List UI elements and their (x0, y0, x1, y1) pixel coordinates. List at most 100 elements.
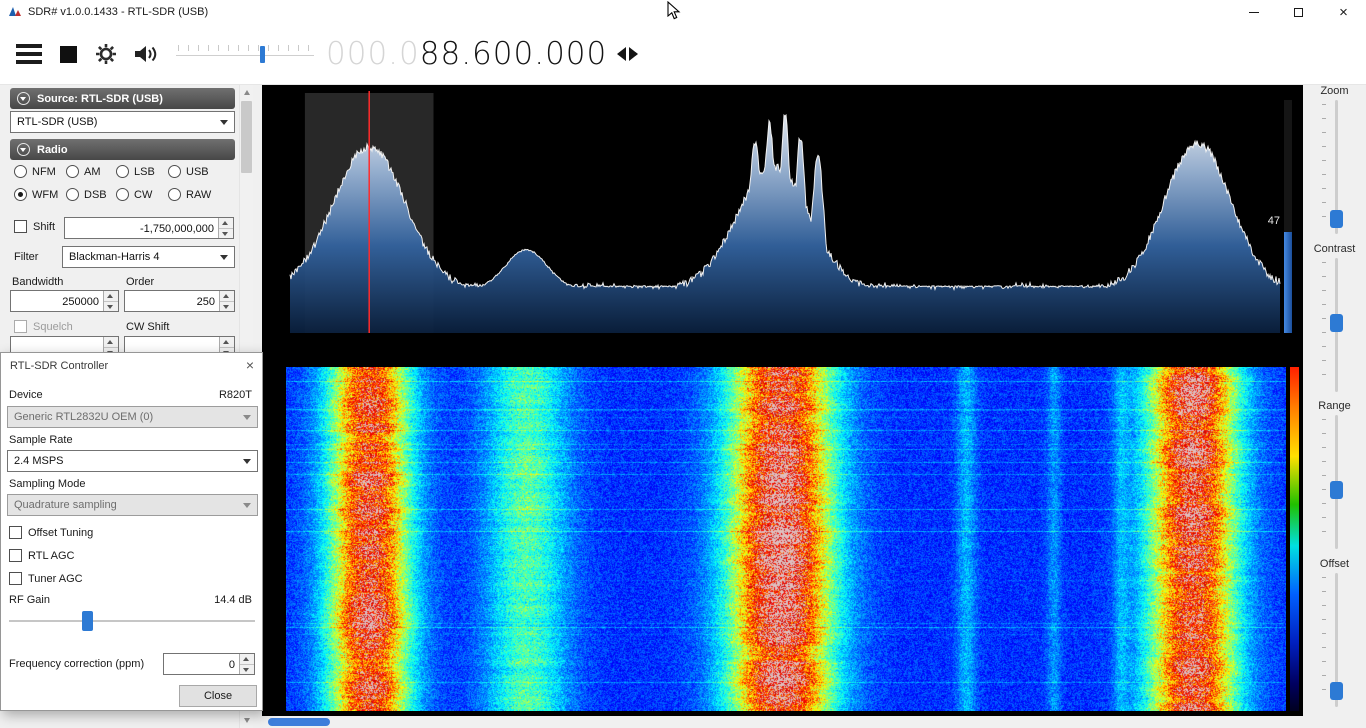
vslider-ticks (1322, 419, 1326, 545)
frequency-digits[interactable]: 88.600.000 (420, 39, 608, 70)
chevron-down-icon (243, 415, 251, 420)
mode-label: NFM (32, 166, 56, 178)
settings-button[interactable] (94, 42, 118, 66)
spin-up-button[interactable] (219, 218, 233, 229)
spectrum-plot: 0-5-10-15-20-25-30-35-40-45-50-55-60-65-… (262, 85, 1303, 362)
mode-usb[interactable]: USB (168, 165, 226, 178)
shift-checkbox[interactable] (14, 220, 27, 233)
cw-shift-label: CW Shift (126, 321, 169, 333)
triangle-down-icon (244, 718, 250, 723)
source-panel-header[interactable]: Source: RTL-SDR (USB) (10, 88, 235, 109)
hscrollbar-thumb[interactable] (268, 718, 330, 726)
mode-lsb[interactable]: LSB (116, 165, 168, 178)
spin-down-button[interactable] (219, 229, 233, 239)
dialog-titlebar[interactable]: RTL-SDR Controller × (1, 353, 262, 379)
vslider-label: Zoom (1303, 85, 1366, 97)
step-up-button[interactable] (629, 47, 638, 61)
svg-text:90.000M: 90.000M (1090, 335, 1160, 354)
spin-up-button[interactable] (104, 291, 118, 302)
sampling-mode-label: Sampling Mode (9, 478, 85, 490)
volume-slider-thumb[interactable] (260, 46, 265, 63)
filter-select[interactable]: Blackman-Harris 4 (62, 246, 235, 268)
radio-button (14, 188, 27, 201)
spectrum-display[interactable]: 0-5-10-15-20-25-30-35-40-45-50-55-60-65-… (262, 85, 1303, 362)
vslider-track[interactable] (1319, 258, 1351, 392)
scroll-up-button[interactable] (240, 85, 253, 100)
rf-gain-slider[interactable] (7, 608, 257, 634)
frequency-display: 000.088.600.000 (326, 39, 607, 70)
chevron-down-icon (243, 459, 251, 464)
vslider-thumb[interactable] (1330, 481, 1343, 499)
mode-am[interactable]: AM (66, 165, 116, 178)
right-slider-panel: ZoomContrastRangeOffset (1303, 85, 1366, 728)
vslider-track[interactable] (1319, 415, 1351, 549)
offset-tuning-checkbox[interactable] (9, 526, 22, 539)
volume-slider[interactable] (176, 42, 314, 66)
mode-label: LSB (134, 166, 155, 178)
titlebar[interactable]: SDR# v1.0.0.1433 - RTL-SDR (USB) × (0, 0, 1366, 24)
sample-rate-select[interactable]: 2.4 MSPS (7, 450, 258, 472)
audio-button[interactable] (133, 43, 159, 65)
spin-up-button[interactable] (104, 337, 118, 348)
menu-button[interactable] (16, 44, 42, 64)
mode-wfm[interactable]: WFM (14, 188, 66, 201)
mode-dsb[interactable]: DSB (66, 188, 116, 201)
spin-down-button[interactable] (240, 665, 254, 675)
step-down-button[interactable] (617, 47, 626, 61)
frequency-ghost-digits[interactable]: 000.0 (326, 39, 420, 70)
svg-text:89.250M: 89.250M (704, 335, 774, 354)
source-device-select[interactable]: RTL-SDR (USB) (10, 111, 235, 133)
device-name: Generic RTL2832U OEM (0) (14, 411, 153, 423)
toolbar: 000.088.600.000 (0, 24, 1366, 85)
vslider-track[interactable] (1319, 573, 1351, 707)
squelch-checkbox[interactable] (14, 320, 27, 333)
spin-up-button[interactable] (240, 654, 254, 665)
spectrum-vscrollbar-thumb[interactable] (1284, 232, 1292, 333)
dialog-close-button[interactable]: × (246, 358, 254, 372)
spin-up-button[interactable] (220, 291, 234, 302)
device-label: Device (9, 389, 43, 401)
source-panel-title: Source: RTL-SDR (USB) (37, 93, 163, 105)
svg-text:88.750M: 88.750M (446, 335, 516, 354)
close-button[interactable]: × (1321, 0, 1366, 24)
dialog-close-action-button[interactable]: Close (179, 685, 257, 707)
mode-cw[interactable]: CW (116, 188, 168, 201)
freq-correction-input[interactable]: 0 (163, 653, 255, 675)
vslider-zoom: Zoom (1303, 85, 1366, 240)
bandwidth-input[interactable]: 250000 (10, 290, 119, 312)
chevron-down-icon (243, 503, 251, 508)
spin-down-button[interactable] (220, 302, 234, 312)
spin-up-button[interactable] (220, 337, 234, 348)
maximize-button[interactable] (1276, 0, 1321, 24)
vslider-thumb[interactable] (1330, 314, 1343, 332)
waterfall-color-legend (1290, 367, 1299, 711)
mode-raw[interactable]: RAW (168, 188, 226, 201)
spectrum-vscrollbar[interactable] (1284, 100, 1292, 333)
radio-panel-header[interactable]: Radio (10, 139, 235, 160)
device-select: Generic RTL2832U OEM (0) (7, 406, 258, 428)
squelch-label: Squelch (33, 321, 73, 333)
spin-down-button[interactable] (104, 302, 118, 312)
mode-label: USB (186, 166, 209, 178)
mode-nfm[interactable]: NFM (14, 165, 66, 178)
scrollbar-thumb[interactable] (241, 101, 252, 173)
vslider-ticks (1322, 262, 1326, 388)
vslider-thumb[interactable] (1330, 682, 1343, 700)
shift-input[interactable]: -1,750,000,000 (64, 217, 234, 239)
tuner-agc-checkbox[interactable] (9, 572, 22, 585)
vslider-contrast: Contrast (1303, 243, 1366, 398)
spectrum-scroll-value: 47 (1268, 215, 1280, 227)
waterfall-display[interactable] (262, 362, 1303, 716)
scroll-down-button[interactable] (240, 713, 253, 728)
rtl-agc-checkbox[interactable] (9, 549, 22, 562)
vslider-thumb[interactable] (1330, 210, 1343, 228)
vslider-track[interactable] (1319, 100, 1351, 234)
minimize-button[interactable] (1231, 0, 1276, 24)
waterfall-canvas[interactable] (286, 367, 1286, 711)
stop-button[interactable] (60, 46, 77, 63)
waterfall-zoom-scrollbar[interactable] (262, 716, 1303, 728)
sample-rate-label: Sample Rate (9, 434, 73, 446)
order-input[interactable]: 250 (124, 290, 235, 312)
rf-gain-slider-thumb[interactable] (82, 611, 93, 631)
vslider-label: Contrast (1303, 243, 1366, 255)
